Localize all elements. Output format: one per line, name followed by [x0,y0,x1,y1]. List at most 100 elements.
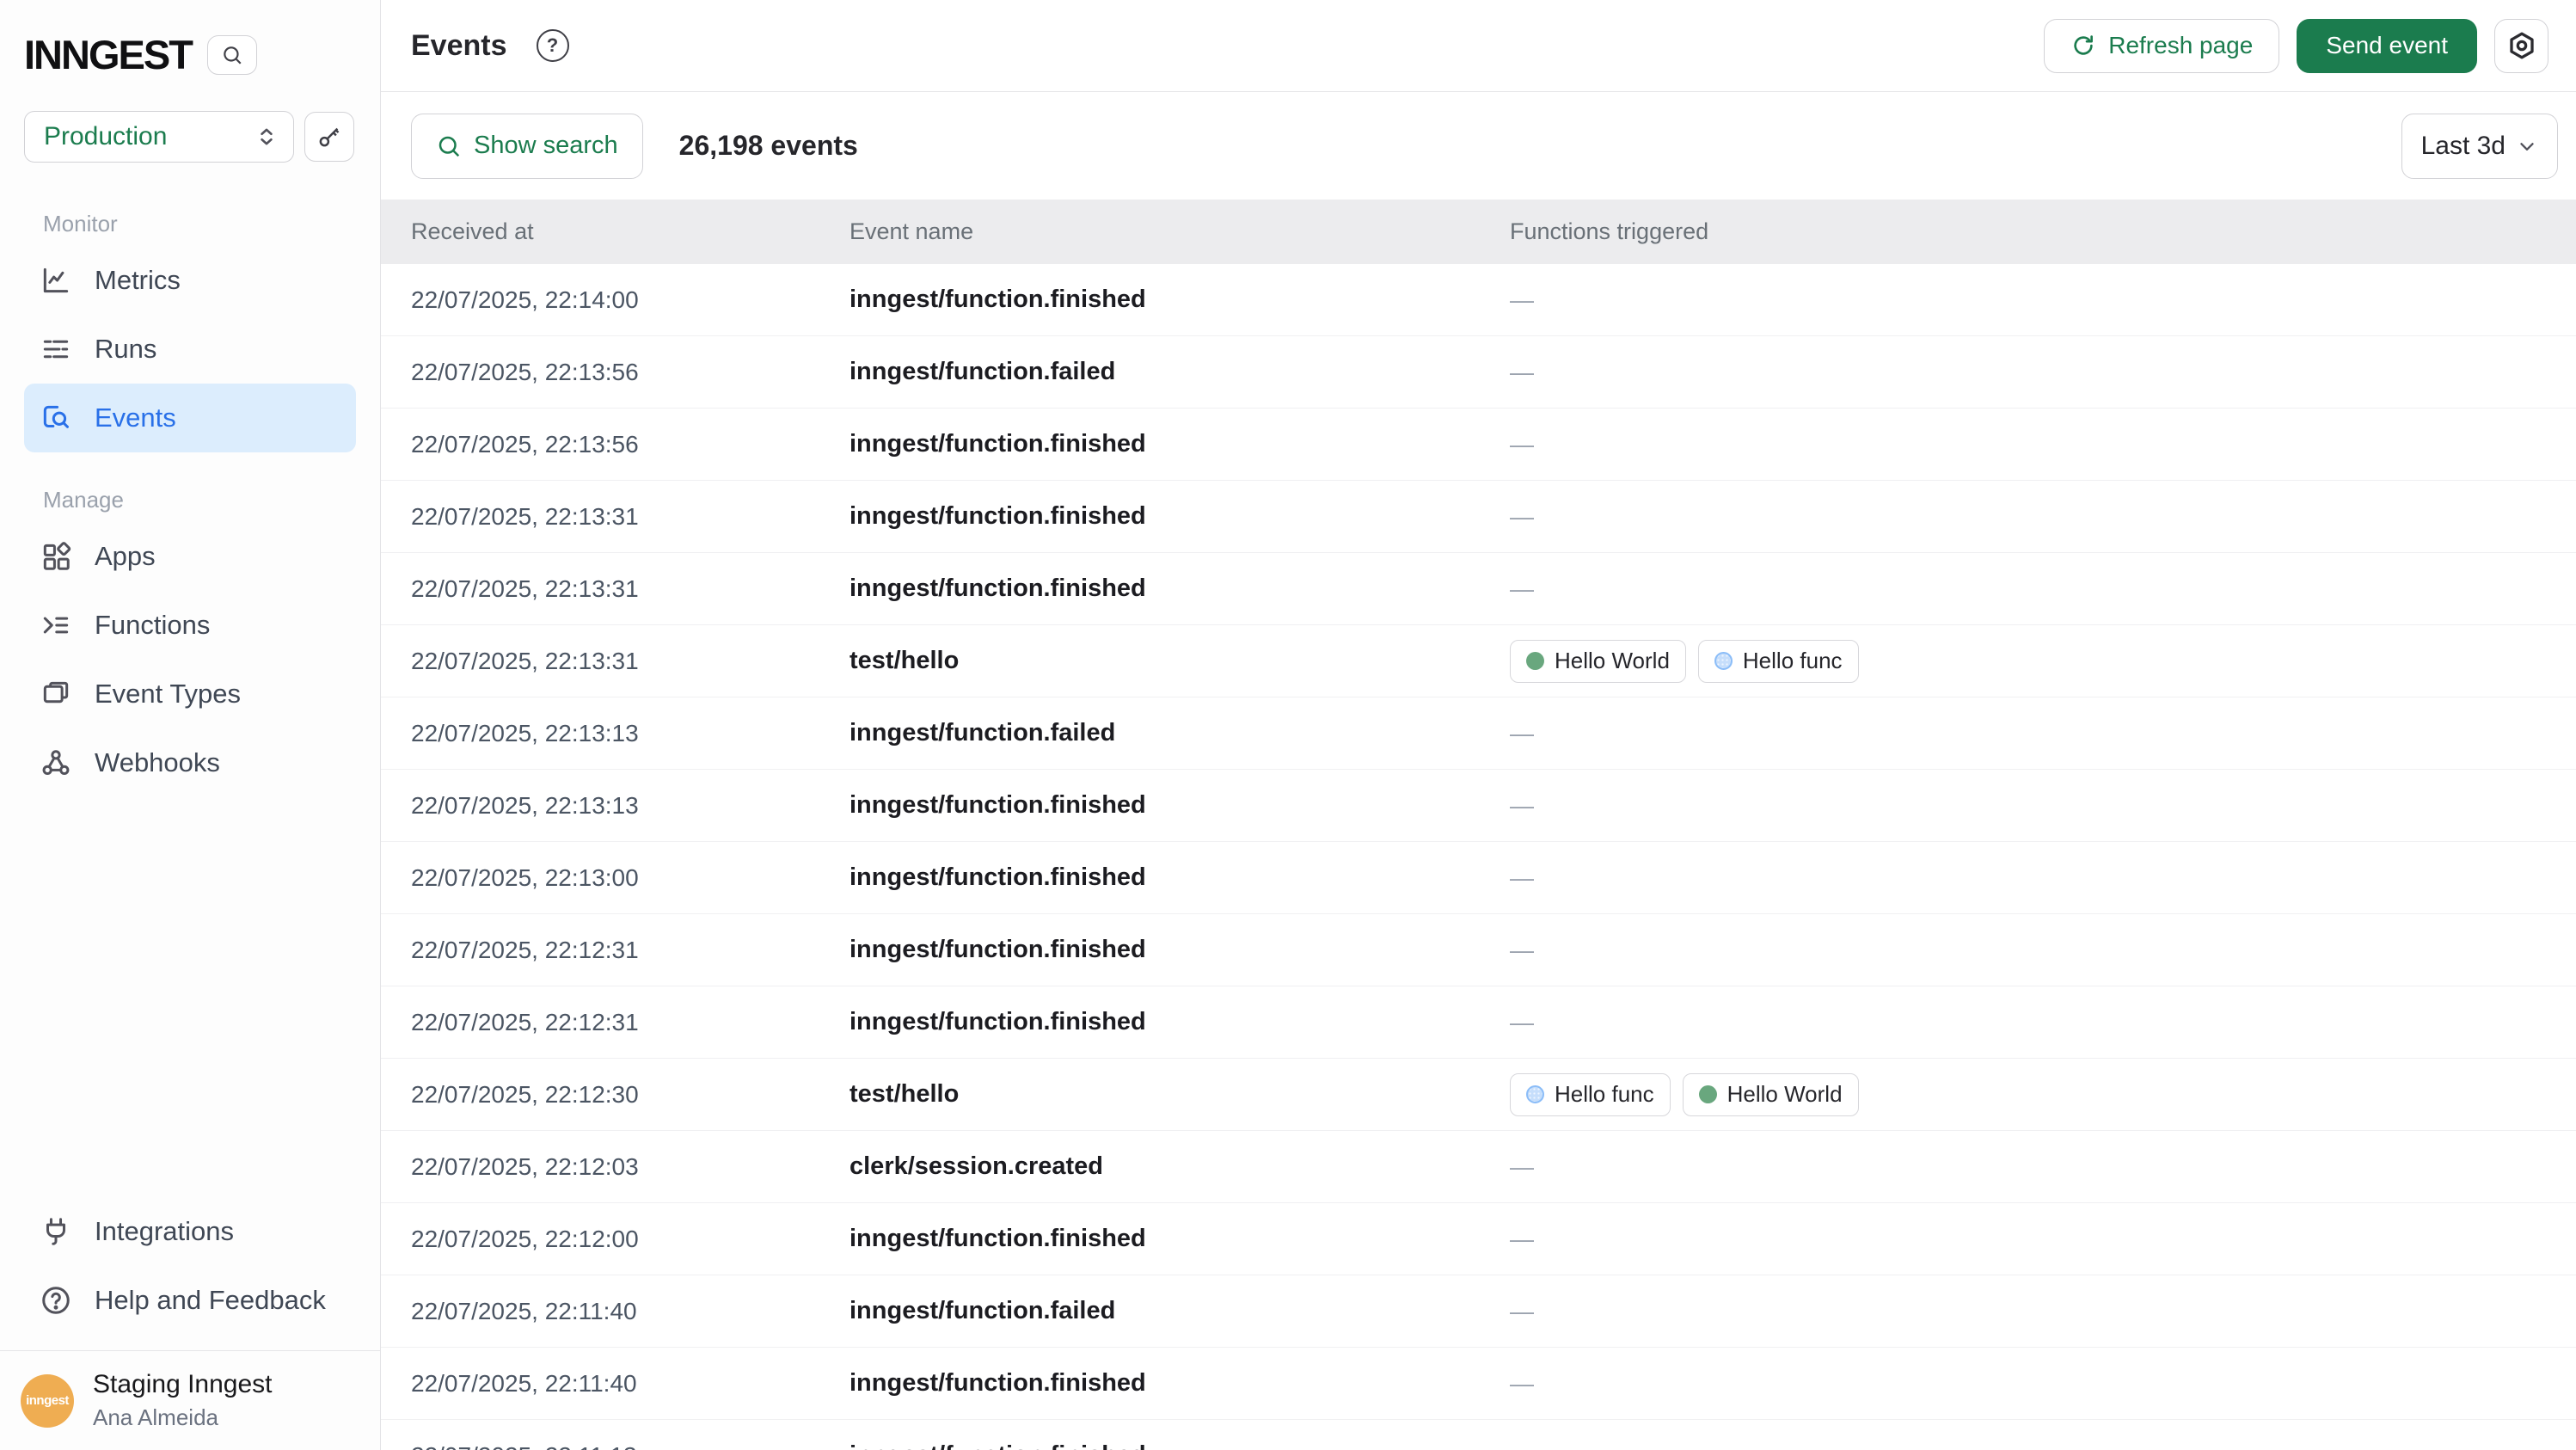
webhooks-icon [40,747,72,779]
cell-received-at: 22/07/2025, 22:11:40 [411,1370,849,1398]
table-row[interactable]: 22/07/2025, 22:11:40 inngest/function.fa… [381,1275,2576,1348]
table-row[interactable]: 22/07/2025, 22:13:13 inngest/function.fi… [381,770,2576,842]
page-title-group: Events ? [411,29,569,63]
cell-functions: — [1510,1153,2576,1181]
table-row[interactable]: 22/07/2025, 22:13:00 inngest/function.fi… [381,842,2576,914]
sidebar-item-functions[interactable]: Functions [24,591,356,660]
chevron-down-icon [2516,135,2538,157]
function-status-dot [1526,652,1544,670]
sidebar-item-webhooks[interactable]: Webhooks [24,728,356,797]
cell-event-name: inngest/function.finished [849,430,1510,458]
page-help-icon[interactable]: ? [537,29,569,62]
refresh-page-button[interactable]: Refresh page [2044,19,2279,73]
cell-event-name: inngest/function.failed [849,1297,1510,1325]
table-row[interactable]: 22/07/2025, 22:11:40 inngest/function.fi… [381,1348,2576,1420]
events-count: 26,198 events [679,130,858,162]
table-row[interactable]: 22/07/2025, 22:11:13 inngest/function.fi… [381,1420,2576,1450]
cell-received-at: 22/07/2025, 22:13:56 [411,431,849,458]
cell-functions: — [1510,575,2576,603]
monitor-section: Monitor Metrics Runs Events [0,211,380,452]
cell-received-at: 22/07/2025, 22:12:31 [411,1009,849,1036]
time-range-select[interactable]: Last 3d [2401,114,2558,179]
function-badge[interactable]: Hello World [1510,640,1686,683]
table-row[interactable]: 22/07/2025, 22:12:31 inngest/function.fi… [381,914,2576,986]
settings-button[interactable] [2494,19,2548,73]
global-search-button[interactable] [207,35,257,75]
manage-section-label: Manage [43,487,380,513]
table-row[interactable]: 22/07/2025, 22:12:30 test/hello Hello fu… [381,1059,2576,1131]
metrics-icon [40,264,72,297]
toolbar-left: Show search 26,198 events [411,114,858,179]
gear-icon [2506,30,2537,61]
table-body: 22/07/2025, 22:14:00 inngest/function.fi… [381,264,2576,1450]
function-badge[interactable]: Hello World [1683,1073,1859,1116]
cell-event-name: inngest/function.failed [849,358,1510,386]
column-header-received-at: Received at [411,218,849,245]
main-content: Events ? Refresh page Send event [381,0,2576,1450]
send-event-button[interactable]: Send event [2297,19,2477,73]
cell-functions: — [1510,503,2576,531]
help-icon [40,1284,72,1317]
table-row[interactable]: 22/07/2025, 22:14:00 inngest/function.fi… [381,264,2576,336]
cell-received-at: 22/07/2025, 22:13:31 [411,648,849,675]
cell-functions: — [1510,359,2576,386]
table-row[interactable]: 22/07/2025, 22:13:56 inngest/function.fi… [381,409,2576,481]
user-info: Staging Inngest Ana Almeida [93,1370,273,1431]
table-row[interactable]: 22/07/2025, 22:13:31 inngest/function.fi… [381,481,2576,553]
environment-select[interactable]: Production [24,111,294,163]
page-actions: Refresh page Send event [2044,19,2548,73]
sidebar-item-label: Integrations [95,1216,234,1247]
cell-event-name: inngest/function.finished [849,1441,1510,1450]
sidebar: INNGEST Production Monitor [0,0,381,1450]
sidebar-item-label: Events [95,402,176,433]
sidebar-item-runs[interactable]: Runs [24,315,356,384]
refresh-page-label: Refresh page [2108,32,2253,59]
cell-received-at: 22/07/2025, 22:13:00 [411,864,849,892]
cell-event-name: inngest/function.finished [849,502,1510,531]
manage-section: Manage Apps Functions Event Types [0,487,380,797]
environment-row: Production [24,111,380,163]
table-row[interactable]: 22/07/2025, 22:12:00 inngest/function.fi… [381,1203,2576,1275]
table-row[interactable]: 22/07/2025, 22:13:13 inngest/function.fa… [381,697,2576,770]
cell-functions: — [1510,1226,2576,1253]
function-badge[interactable]: Hello func [1698,640,1859,683]
sidebar-item-metrics[interactable]: Metrics [24,246,356,315]
integrations-icon [40,1215,72,1248]
events-toolbar: Show search 26,198 events Last 3d [381,92,2576,200]
cell-received-at: 22/07/2025, 22:13:31 [411,503,849,531]
workspace-user-menu[interactable]: inngest Staging Inngest Ana Almeida [0,1350,380,1450]
table-row[interactable]: 22/07/2025, 22:13:56 inngest/function.fa… [381,336,2576,409]
workspace-name: Staging Inngest [93,1370,273,1399]
sidebar-item-events[interactable]: Events [24,384,356,452]
sidebar-spacer [0,797,380,1197]
function-status-dot [1714,652,1733,670]
function-badge[interactable]: Hello func [1510,1073,1671,1116]
cell-received-at: 22/07/2025, 22:12:00 [411,1226,849,1253]
inngest-logo[interactable]: INNGEST [24,31,192,78]
logo-row: INNGEST [24,31,380,78]
events-icon [40,402,72,434]
runs-icon [40,333,72,366]
function-status-dot [1526,1085,1544,1103]
cell-functions: Hello func Hello World [1510,1073,2576,1116]
sidebar-item-help-and-feedback[interactable]: Help and Feedback [24,1266,356,1335]
refresh-icon [2070,33,2096,58]
cell-functions: — [1510,1442,2576,1450]
show-search-button[interactable]: Show search [411,114,643,179]
table-row[interactable]: 22/07/2025, 22:12:31 inngest/function.fi… [381,986,2576,1059]
table-row[interactable]: 22/07/2025, 22:13:31 inngest/function.fi… [381,553,2576,625]
cell-functions: — [1510,937,2576,964]
cell-event-name: clerk/session.created [849,1152,1510,1181]
cell-received-at: 22/07/2025, 22:12:31 [411,937,849,964]
sidebar-item-integrations[interactable]: Integrations [24,1197,356,1266]
event-keys-button[interactable] [304,112,354,162]
cell-event-name: inngest/function.finished [849,1369,1510,1398]
cell-received-at: 22/07/2025, 22:11:13 [411,1442,849,1450]
sidebar-item-apps[interactable]: Apps [24,522,356,591]
sidebar-item-event-types[interactable]: Event Types [24,660,356,728]
cell-functions: — [1510,431,2576,458]
table-row[interactable]: 22/07/2025, 22:12:03 clerk/session.creat… [381,1131,2576,1203]
table-row[interactable]: 22/07/2025, 22:13:31 test/hello Hello Wo… [381,625,2576,697]
monitor-section-label: Monitor [43,211,380,237]
sidebar-item-label: Runs [95,334,156,365]
